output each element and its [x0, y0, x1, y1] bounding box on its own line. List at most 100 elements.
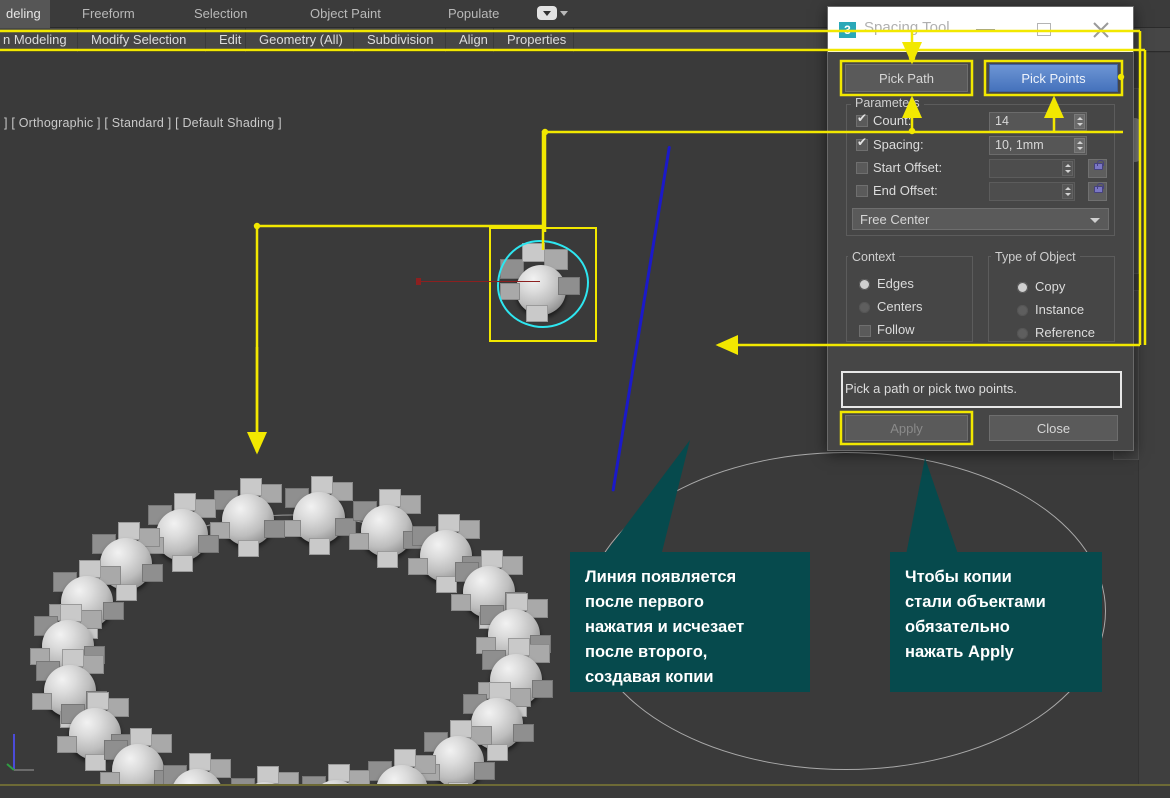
- spacing-checkbox[interactable]: [856, 136, 868, 151]
- clone-box: [238, 539, 260, 557]
- distribution-value: Free Center: [860, 212, 930, 227]
- type-option-instance-radio[interactable]: [1017, 305, 1028, 316]
- context-option-follow-control[interactable]: [859, 325, 871, 337]
- ribbon-tab-selection[interactable]: Selection: [182, 0, 262, 28]
- clone-box: [393, 748, 416, 767]
- lock-icon: [1094, 160, 1104, 170]
- clone-box: [487, 744, 509, 762]
- clone-box: [100, 771, 121, 784]
- spacing-value: 10, 1mm: [995, 138, 1044, 152]
- type-option-reference-radio[interactable]: [1017, 328, 1028, 339]
- ribbon-subtab-align[interactable]: Align: [450, 28, 494, 52]
- dialog-title: Spacing Tool: [864, 19, 950, 36]
- context-option-centers-control[interactable]: [859, 302, 870, 313]
- viewport-label: - ] [ Orthographic ] [ Standard ] [ Defa…: [0, 116, 282, 130]
- start-offset-spinner[interactable]: [989, 159, 1075, 178]
- chevron-down-icon: [1090, 218, 1100, 223]
- clone-box: [142, 563, 164, 582]
- end-offset-lock-button[interactable]: [1088, 182, 1107, 201]
- clone-box: [78, 559, 101, 578]
- clone-box: [230, 777, 255, 784]
- distribution-dropdown[interactable]: Free Center: [852, 208, 1109, 230]
- clone-box: [532, 680, 554, 699]
- clone-ring-group: [0, 53, 585, 784]
- ribbon-subtab-edit[interactable]: Edit: [210, 28, 246, 52]
- ribbon-subtab-modify-selection[interactable]: Modify Selection: [82, 28, 206, 52]
- start-offset-lock-button[interactable]: [1088, 159, 1107, 178]
- ribbon-tab-freeform[interactable]: Freeform: [70, 0, 150, 28]
- clone-box: [198, 535, 219, 554]
- count-label: Count:: [873, 113, 912, 128]
- clone-box: [240, 477, 263, 496]
- count-checkbox[interactable]: [856, 112, 868, 127]
- ribbon-tab-object-paint[interactable]: Object Paint: [298, 0, 398, 28]
- selection-bracket: [489, 227, 597, 342]
- context-option-edges-control[interactable]: [859, 279, 870, 290]
- clone-box: [309, 538, 331, 556]
- viewport-axis-tripod: [6, 734, 34, 771]
- count-spinner[interactable]: 14: [989, 112, 1087, 131]
- viewport-bottom-bar: [0, 784, 1170, 798]
- type-option-reference-label[interactable]: Reference: [1035, 325, 1095, 340]
- spacing-label: Spacing:: [873, 137, 924, 152]
- spacing-spinner-arrows[interactable]: [1074, 138, 1085, 153]
- clone-box: [407, 558, 428, 575]
- clone-box: [505, 592, 528, 611]
- ribbon-subtab-subdivision[interactable]: Subdivision: [358, 28, 446, 52]
- type-option-instance-label[interactable]: Instance: [1035, 302, 1084, 317]
- clone-box: [435, 576, 457, 593]
- context-option-edges-label[interactable]: Edges: [877, 276, 914, 291]
- pick-points-preview-line: [611, 145, 671, 492]
- clone-box: [347, 770, 370, 784]
- maximize-button[interactable]: [1022, 7, 1068, 52]
- app-root: - ] [ Orthographic ] [ Standard ] [ Defa…: [0, 0, 1170, 798]
- clone-box: [377, 550, 399, 568]
- count-value: 14: [995, 114, 1009, 128]
- ribbon-subtab-n-modeling[interactable]: n Modeling: [0, 28, 78, 52]
- pick-path-button[interactable]: Pick Path: [845, 64, 968, 92]
- context-option-centers-label[interactable]: Centers: [877, 299, 923, 314]
- end-offset-spinner-arrows[interactable]: [1062, 184, 1073, 199]
- clone-box: [451, 593, 472, 611]
- start-offset-spinner-arrows[interactable]: [1062, 161, 1073, 176]
- close-icon[interactable]: [1078, 7, 1124, 52]
- clone-box: [116, 583, 138, 601]
- ribbon-subtab-properties[interactable]: Properties: [498, 28, 574, 52]
- apply-button[interactable]: Apply: [845, 415, 968, 441]
- close-button[interactable]: Close: [989, 415, 1118, 441]
- clone-box: [513, 724, 535, 743]
- type-option-copy-radio[interactable]: [1017, 282, 1028, 293]
- close-x-glyph: [1093, 22, 1109, 38]
- ribbon-tab-populate[interactable]: Populate: [436, 0, 516, 28]
- clone-box: [473, 762, 495, 781]
- clone-box: [172, 555, 193, 573]
- ribbon-dropdown-icon[interactable]: [537, 6, 568, 22]
- pick-points-button[interactable]: Pick Points: [989, 64, 1118, 92]
- count-spinner-arrows[interactable]: [1074, 114, 1085, 129]
- clone-box: [264, 519, 286, 538]
- parameters-group-title: Parameters: [851, 96, 924, 110]
- end-offset-spinner[interactable]: [989, 182, 1075, 201]
- spacing-spinner[interactable]: 10, 1mm: [989, 136, 1087, 155]
- app-badge-icon: 3: [839, 22, 856, 38]
- clone-box: [32, 693, 53, 711]
- clone-box: [349, 532, 370, 550]
- end-offset-checkbox[interactable]: [856, 185, 868, 197]
- callout-press-apply: Чтобы копии стали объектами обязательно …: [890, 552, 1102, 692]
- minimize-button[interactable]: [963, 7, 1009, 52]
- ribbon-dropdown-pill: [537, 6, 557, 20]
- callout-line-appears: Линия появляется после первого нажатия и…: [570, 552, 810, 692]
- right-dock-strip: [1138, 53, 1170, 784]
- context-option-follow-label[interactable]: Follow: [877, 322, 915, 337]
- status-field: Pick a path or pick two points.: [841, 371, 1122, 408]
- type-option-copy-label[interactable]: Copy: [1035, 279, 1065, 294]
- status-text: Pick a path or pick two points.: [845, 381, 1017, 396]
- clone-box: [447, 782, 469, 784]
- dialog-titlebar[interactable]: 3 Spacing Tool: [828, 7, 1133, 52]
- transform-gizmo-x-axis[interactable]: [416, 278, 540, 285]
- ribbon-tab-deling[interactable]: deling: [0, 0, 50, 28]
- start-offset-checkbox[interactable]: [856, 162, 868, 174]
- clone-box: [59, 603, 82, 622]
- clone-box: [276, 771, 299, 784]
- ribbon-subtab-geometry-all-[interactable]: Geometry (All): [250, 28, 354, 52]
